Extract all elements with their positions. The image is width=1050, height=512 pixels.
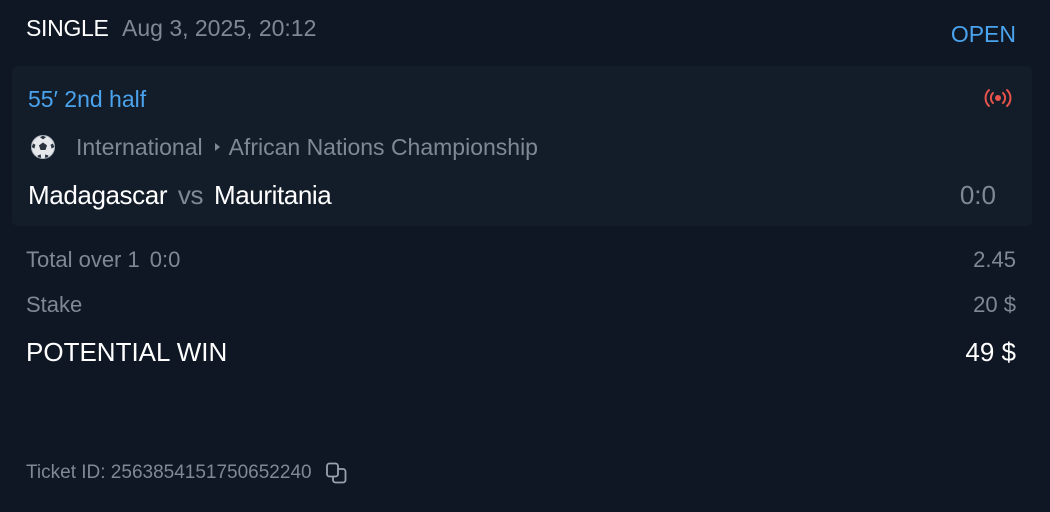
ticket-id-row: Ticket ID: 2563854151750652240 <box>26 461 348 485</box>
potential-win-value: 49 $ <box>965 337 1016 367</box>
selection-score: 0:0 <box>149 247 181 272</box>
breadcrumb-arrow-icon <box>214 143 220 151</box>
copy-icon[interactable] <box>324 461 348 485</box>
selection-market: Total over 1 <box>26 247 140 272</box>
soccer-ball-icon <box>31 135 55 159</box>
stake-row: Stake 20 $ <box>26 292 1016 324</box>
league-breadcrumb: International African Nations Championsh… <box>30 132 538 162</box>
away-team: Mauritania <box>213 180 332 210</box>
league-name: African Nations Championship <box>228 133 538 160</box>
selection-row: Total over 1 0:0 2.45 <box>26 247 1016 279</box>
vs-separator: vs <box>177 180 204 210</box>
stake-value: 20 $ <box>973 292 1016 317</box>
bet-header: SINGLE Aug 3, 2025, 20:12 OPEN <box>26 14 1016 47</box>
selection-odds: 2.45 <box>973 247 1016 272</box>
bet-type-label: SINGLE <box>26 15 109 41</box>
match-score: 0:0 <box>959 180 996 210</box>
match-teams: Madagascar vs Mauritania <box>28 180 332 211</box>
event-card[interactable]: 55′ 2nd half International African Natio… <box>12 66 1032 226</box>
ticket-id: Ticket ID: 2563854151750652240 <box>26 462 312 483</box>
live-broadcast-icon <box>984 89 1012 107</box>
selection-label: Total over 1 0:0 <box>26 247 180 273</box>
league-country: International <box>76 133 203 160</box>
match-time: 55′ 2nd half <box>28 86 147 112</box>
home-team: Madagascar <box>28 180 168 210</box>
potential-win-row: POTENTIAL WIN 49 $ <box>26 337 1016 369</box>
bet-date: Aug 3, 2025, 20:12 <box>122 15 317 41</box>
bet-status-badge: OPEN <box>950 21 1016 47</box>
stake-label: Stake <box>26 292 83 317</box>
potential-win-label: POTENTIAL WIN <box>26 337 228 367</box>
